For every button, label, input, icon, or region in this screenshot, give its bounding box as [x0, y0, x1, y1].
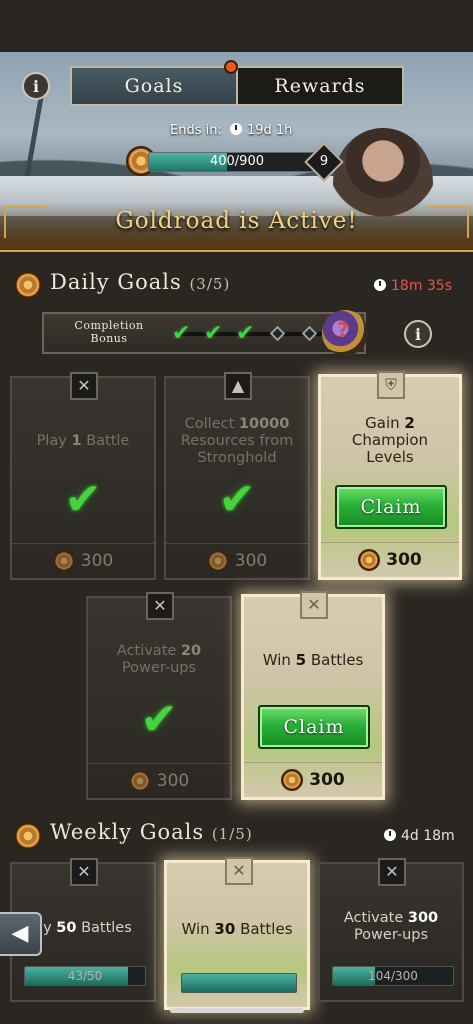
clock-icon — [374, 279, 386, 291]
weekly-progress-bar — [181, 973, 297, 993]
completion-bonus-label: Completion Bonus — [54, 319, 164, 345]
completed-check-icon: ✔ — [64, 474, 102, 525]
weekly-progress-text: 104/300 — [368, 969, 418, 983]
goal-card-collect-resources: ▲ Collect 10000 Resources from Stronghol… — [164, 372, 310, 580]
goal-text: Win 30 Battles — [181, 920, 293, 938]
goal-card-activate-powerups: ✕ Activate 20 Power-ups ✔ 300 — [86, 592, 232, 800]
reward-amount: 300 — [80, 551, 114, 571]
info-icon[interactable]: i — [22, 72, 50, 100]
claim-button[interactable]: Claim — [258, 705, 370, 749]
goldroad-coin-icon — [52, 550, 75, 572]
completion-bonus-bar: Completion Bonus ✔ ✔ ✔ — [42, 312, 366, 354]
tab-rewards[interactable]: Rewards — [238, 68, 402, 104]
crossed-swords-icon: ✕ — [300, 591, 328, 619]
weekly-progress-fill — [182, 974, 296, 992]
reward-amount: 300 — [234, 551, 268, 571]
weekly-goals-icon — [14, 822, 42, 850]
level-number: 9 — [319, 154, 329, 169]
goal-reward: 300 — [244, 762, 382, 797]
bonus-info-icon[interactable]: i — [404, 320, 432, 348]
event-progress-text: 400/900 — [209, 154, 264, 169]
daily-timer: 18m 35s — [374, 278, 452, 294]
goal-text: Play 1 Battle — [36, 433, 130, 449]
crossed-swords-icon: ✕ — [70, 372, 98, 400]
reward-amount: 300 — [309, 770, 345, 790]
bonus-label-line2: Bonus — [90, 332, 128, 345]
weekly-goals-count: (1/5) — [211, 825, 253, 843]
weekly-progress-bar: 104/300 — [332, 966, 454, 986]
bonus-step-diamond — [301, 325, 318, 342]
clock-icon — [229, 123, 242, 135]
helmet-icon: ⛨ — [377, 371, 405, 399]
check-icon: ✔ — [204, 321, 223, 346]
daily-goals-icon — [14, 271, 42, 299]
weekly-goals-title: Weekly Goals (1/5) — [50, 820, 253, 844]
reward-amount: 300 — [386, 550, 422, 570]
crossed-swords-icon: ✕ — [378, 858, 406, 886]
goldroad-coin-icon — [281, 769, 304, 791]
completed-check-icon: ✔ — [140, 694, 178, 745]
weekly-timer-value: 4d 18m — [401, 828, 455, 844]
check-icon: ✔ — [172, 321, 191, 346]
goal-reward: 300 — [12, 543, 154, 578]
goal-text: Activate 20 Power-ups — [116, 643, 202, 676]
weekly-goals-label: Weekly Goals — [50, 820, 205, 844]
goal-reward: 300 — [88, 763, 230, 798]
crossed-swords-icon: ✕ — [225, 857, 253, 885]
event-status-banner: Goldroad is Active! — [115, 208, 358, 234]
goal-card-champion-levels: ⛨ Gain 2 Champion Levels Claim 300 — [318, 371, 462, 580]
weekly-card-win-battles: ✕ Win 30 Battles — [164, 857, 310, 1010]
crossed-swords-icon: ✕ — [70, 858, 98, 886]
goal-card-play-battle: ✕ Play 1 Battle ✔ 300 — [10, 372, 156, 580]
goal-card-win-battles: ✕ Win 5 Battles Claim 300 — [241, 591, 385, 800]
goal-reward: 300 — [321, 542, 459, 577]
notification-dot — [224, 60, 238, 74]
ends-value: 19d 1h — [246, 123, 293, 138]
daily-goals-title: Daily Goals (3/5) — [50, 270, 230, 294]
goal-text: Win 5 Battles — [262, 651, 364, 669]
goal-text: Collect 10000 Resources from Stronghold — [180, 416, 294, 466]
event-progress-bar: 400/900 — [148, 152, 326, 172]
goal-text: Activate 300 Power-ups — [343, 910, 439, 943]
weekly-card-activate-powerups: ✕ Activate 300 Power-ups 104/300 — [318, 858, 464, 1002]
ends-label: Ends in: — [170, 123, 222, 138]
goldroad-coin-icon — [358, 549, 381, 571]
crossed-swords-icon: ✕ — [146, 592, 174, 620]
tab-bar: Goals Rewards — [70, 66, 404, 106]
claim-button[interactable]: Claim — [335, 485, 447, 529]
bonus-step-diamond — [269, 325, 286, 342]
bonus-label-line1: Completion — [74, 319, 144, 332]
goldroad-coin-icon — [128, 770, 151, 792]
weekly-progress-text: 43/50 — [67, 969, 103, 983]
weekly-progress-bar: 43/50 — [24, 966, 146, 986]
daily-goals-count: (3/5) — [189, 275, 231, 293]
goldroad-coin-icon — [206, 550, 229, 572]
daily-timer-value: 18m 35s — [391, 278, 453, 294]
clock-icon — [384, 829, 396, 841]
completed-check-icon: ✔ — [218, 474, 256, 525]
check-icon: ✔ — [236, 321, 255, 346]
event-end-timer: Ends in: 19d 1h — [170, 123, 292, 138]
goal-reward: 300 — [166, 543, 308, 578]
tab-goals[interactable]: Goals — [72, 68, 238, 104]
back-arrow-button[interactable]: ◀ — [0, 912, 42, 956]
goal-text: Gain 2 Champion Levels — [351, 414, 429, 466]
weekly-timer: 4d 18m — [384, 828, 455, 844]
question-mark-icon: ? — [337, 318, 349, 342]
daily-goals-label: Daily Goals — [50, 270, 182, 294]
reward-amount: 300 — [156, 771, 190, 791]
resource-icon: ▲ — [224, 372, 252, 400]
home-indicator[interactable] — [170, 1008, 304, 1013]
